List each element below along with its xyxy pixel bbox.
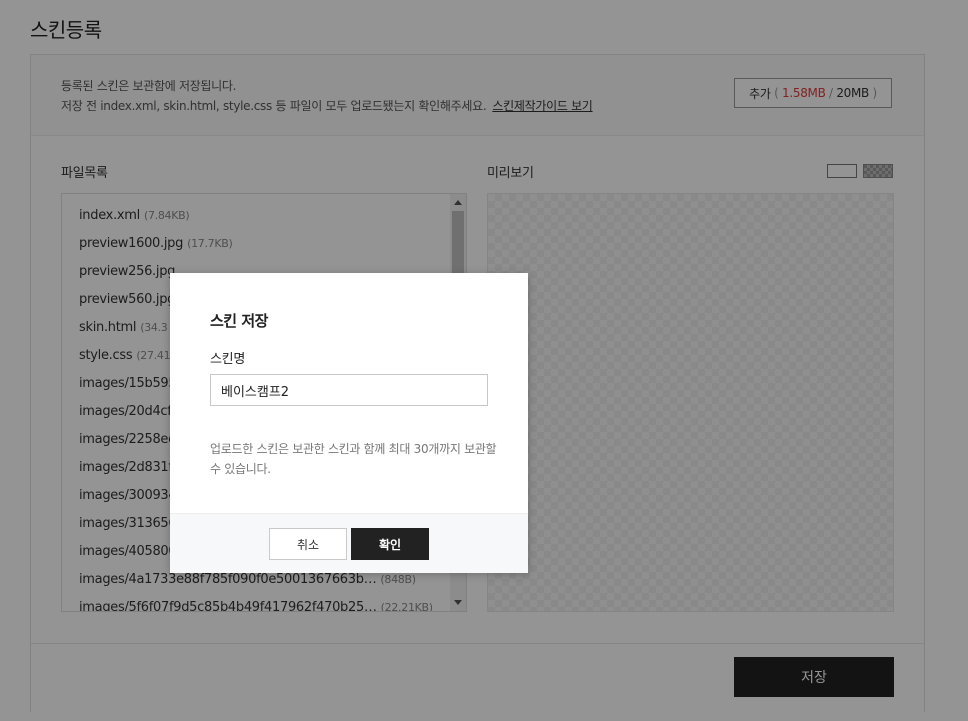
cancel-button[interactable]: 취소	[269, 528, 347, 560]
dialog-description: 업로드한 스킨은 보관한 스킨과 함께 최대 30개까지 보관할 수 있습니다.	[210, 442, 497, 476]
dialog-footer: 취소 확인	[170, 513, 528, 573]
skin-name-label: 스킨명	[210, 352, 245, 367]
save-skin-dialog: 스킨 저장 스킨명 업로드한 스킨은 보관한 스킨과 함께 최대 30개까지 보…	[170, 273, 528, 573]
dialog-title: 스킨 저장	[210, 312, 268, 330]
confirm-button[interactable]: 확인	[351, 528, 429, 560]
skin-name-input[interactable]	[210, 374, 488, 406]
